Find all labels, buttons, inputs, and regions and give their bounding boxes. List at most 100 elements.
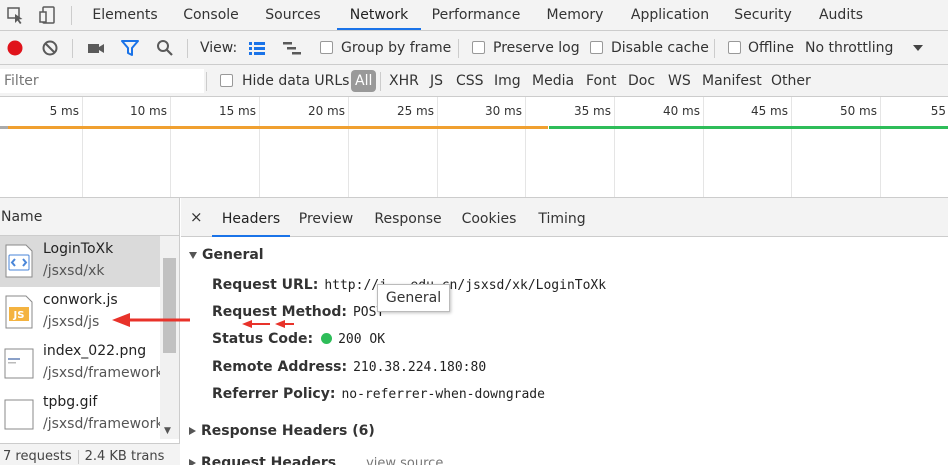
throttling-select[interactable]: No throttling: [805, 31, 893, 65]
filter-type-xhr[interactable]: XHR: [389, 65, 419, 97]
request-row[interactable]: tpbg.gif /jsxsd/framework: [0, 389, 164, 440]
filter-bar: Hide data URLs All XHR JS CSS Img Media …: [0, 65, 948, 97]
preserve-log-checkbox[interactable]: [472, 41, 485, 54]
field-key: Remote Address:: [212, 359, 348, 375]
tab-performance[interactable]: Performance: [427, 0, 525, 30]
group-by-frame-label: Group by frame: [341, 40, 452, 56]
general-section-header[interactable]: General: [189, 247, 264, 263]
request-name: LoginToXk: [43, 241, 114, 257]
header-field-request-method: Request Method: POST: [212, 304, 384, 320]
status-divider: [77, 449, 79, 464]
search-icon[interactable]: [155, 39, 175, 57]
group-by-frame-checkbox[interactable]: [320, 41, 333, 54]
close-icon[interactable]: ×: [190, 198, 203, 237]
view-source-link[interactable]: view source: [366, 456, 443, 465]
name-column-header[interactable]: Name: [0, 198, 179, 236]
filter-type-ws[interactable]: WS: [668, 65, 691, 97]
toolbar-divider: [714, 39, 715, 58]
timeline-gridline: [348, 97, 349, 197]
timeline-tick-label: 25 ms: [396, 104, 434, 118]
chevron-down-icon[interactable]: [908, 39, 928, 57]
triangle-right-icon: [189, 459, 196, 465]
timeline-bar-waiting: [8, 126, 548, 129]
filter-type-img[interactable]: Img: [494, 65, 521, 97]
filter-input[interactable]: [0, 69, 204, 93]
clear-icon[interactable]: [40, 39, 60, 57]
header-field-status-code: Status Code: 200 OK: [212, 331, 385, 347]
record-icon[interactable]: [5, 39, 25, 57]
tab-application[interactable]: Application: [626, 0, 714, 30]
timeline-tick-label: 40 ms: [662, 104, 700, 118]
timeline-gridline: [525, 97, 526, 197]
html-doc-icon: [4, 244, 34, 278]
response-headers-title: Response Headers (6): [201, 423, 375, 439]
toolbar-divider: [206, 72, 207, 91]
tab-timing[interactable]: Timing: [533, 198, 591, 237]
tab-headers[interactable]: Headers: [212, 198, 290, 237]
timeline-gridline: [82, 97, 83, 197]
transferred-size: 2.4 KB trans: [84, 449, 165, 464]
filter-type-media[interactable]: Media: [532, 65, 574, 97]
inspect-element-icon[interactable]: [5, 5, 27, 25]
filter-type-font[interactable]: Font: [586, 65, 616, 97]
timeline-overview[interactable]: 5 ms 10 ms 15 ms 20 ms 25 ms 30 ms 35 ms…: [0, 97, 948, 198]
timeline-tick-label: 30 ms: [484, 104, 522, 118]
filter-type-js[interactable]: JS: [430, 65, 443, 97]
toolbar-divider: [187, 39, 188, 58]
request-row[interactable]: LoginToXk /jsxsd/xk: [0, 236, 160, 287]
tab-sources[interactable]: Sources: [258, 0, 328, 30]
tab-cookies[interactable]: Cookies: [457, 198, 521, 237]
image-file-icon: [4, 397, 34, 431]
hide-data-urls-checkbox[interactable]: [220, 74, 233, 87]
offline-checkbox[interactable]: [728, 41, 741, 54]
request-name: tpbg.gif: [43, 394, 98, 410]
timeline-bar-queued: [0, 126, 8, 129]
devtools-tab-bar: Elements Console Sources Network Perform…: [0, 0, 948, 31]
large-rows-list-icon[interactable]: [247, 39, 267, 57]
screenshot-camera-icon[interactable]: [86, 39, 106, 57]
filter-type-manifest[interactable]: Manifest: [702, 65, 762, 97]
tab-console[interactable]: Console: [176, 0, 246, 30]
timeline-tick-label: 20 ms: [307, 104, 345, 118]
request-list-scrollbar[interactable]: ▼: [160, 236, 179, 439]
general-section-title: General: [202, 247, 264, 263]
request-details: × Headers Preview Response Cookies Timin…: [181, 198, 948, 465]
response-headers-section-header[interactable]: Response Headers (6): [189, 423, 375, 439]
filter-type-doc[interactable]: Doc: [628, 65, 655, 97]
network-toolbar: View: Group by frame Preserve log Disabl…: [0, 31, 948, 65]
tab-response[interactable]: Response: [368, 198, 448, 237]
request-headers-section-header[interactable]: Request Headers view source: [189, 455, 443, 465]
filter-type-all[interactable]: All: [351, 70, 377, 92]
request-count: 7 requests: [3, 449, 72, 464]
timeline-tick-label: 55: [930, 104, 946, 118]
tab-elements[interactable]: Elements: [86, 0, 164, 30]
timeline-gridline: [614, 97, 615, 197]
request-row[interactable]: JS conwork.js /jsxsd/js: [0, 287, 160, 338]
timeline-gridline: [703, 97, 704, 197]
disable-cache-checkbox[interactable]: [590, 41, 603, 54]
timeline-gridline: [170, 97, 171, 197]
tab-security[interactable]: Security: [730, 0, 796, 30]
filter-funnel-icon[interactable]: [120, 39, 140, 57]
request-row[interactable]: index_022.png /jsxsd/framework: [0, 338, 163, 389]
device-toolbar-icon[interactable]: [37, 5, 59, 25]
filter-type-css[interactable]: CSS: [456, 65, 484, 97]
scroll-down-arrow-icon[interactable]: ▼: [164, 426, 171, 436]
request-path: /jsxsd/framework: [43, 416, 164, 432]
triangle-right-icon: [189, 427, 196, 435]
field-key: Request URL:: [212, 277, 319, 293]
tab-preview[interactable]: Preview: [294, 198, 358, 237]
network-summary-bar: 7 requests 2.4 KB trans: [0, 443, 180, 465]
scrollbar-thumb[interactable]: [163, 258, 176, 353]
tab-audits[interactable]: Audits: [812, 0, 870, 30]
request-headers-title: Request Headers: [201, 455, 337, 465]
waterfall-overview-icon[interactable]: [282, 39, 302, 57]
tooltip: General: [377, 284, 450, 312]
filter-type-other[interactable]: Other: [771, 65, 811, 97]
request-name: conwork.js: [43, 292, 118, 308]
timeline-tick-label: 5 ms: [49, 104, 79, 118]
tab-memory[interactable]: Memory: [540, 0, 610, 30]
svg-text:JS: JS: [13, 310, 25, 321]
hide-data-urls-label: Hide data URLs: [242, 73, 350, 89]
tab-network[interactable]: Network: [337, 0, 421, 30]
